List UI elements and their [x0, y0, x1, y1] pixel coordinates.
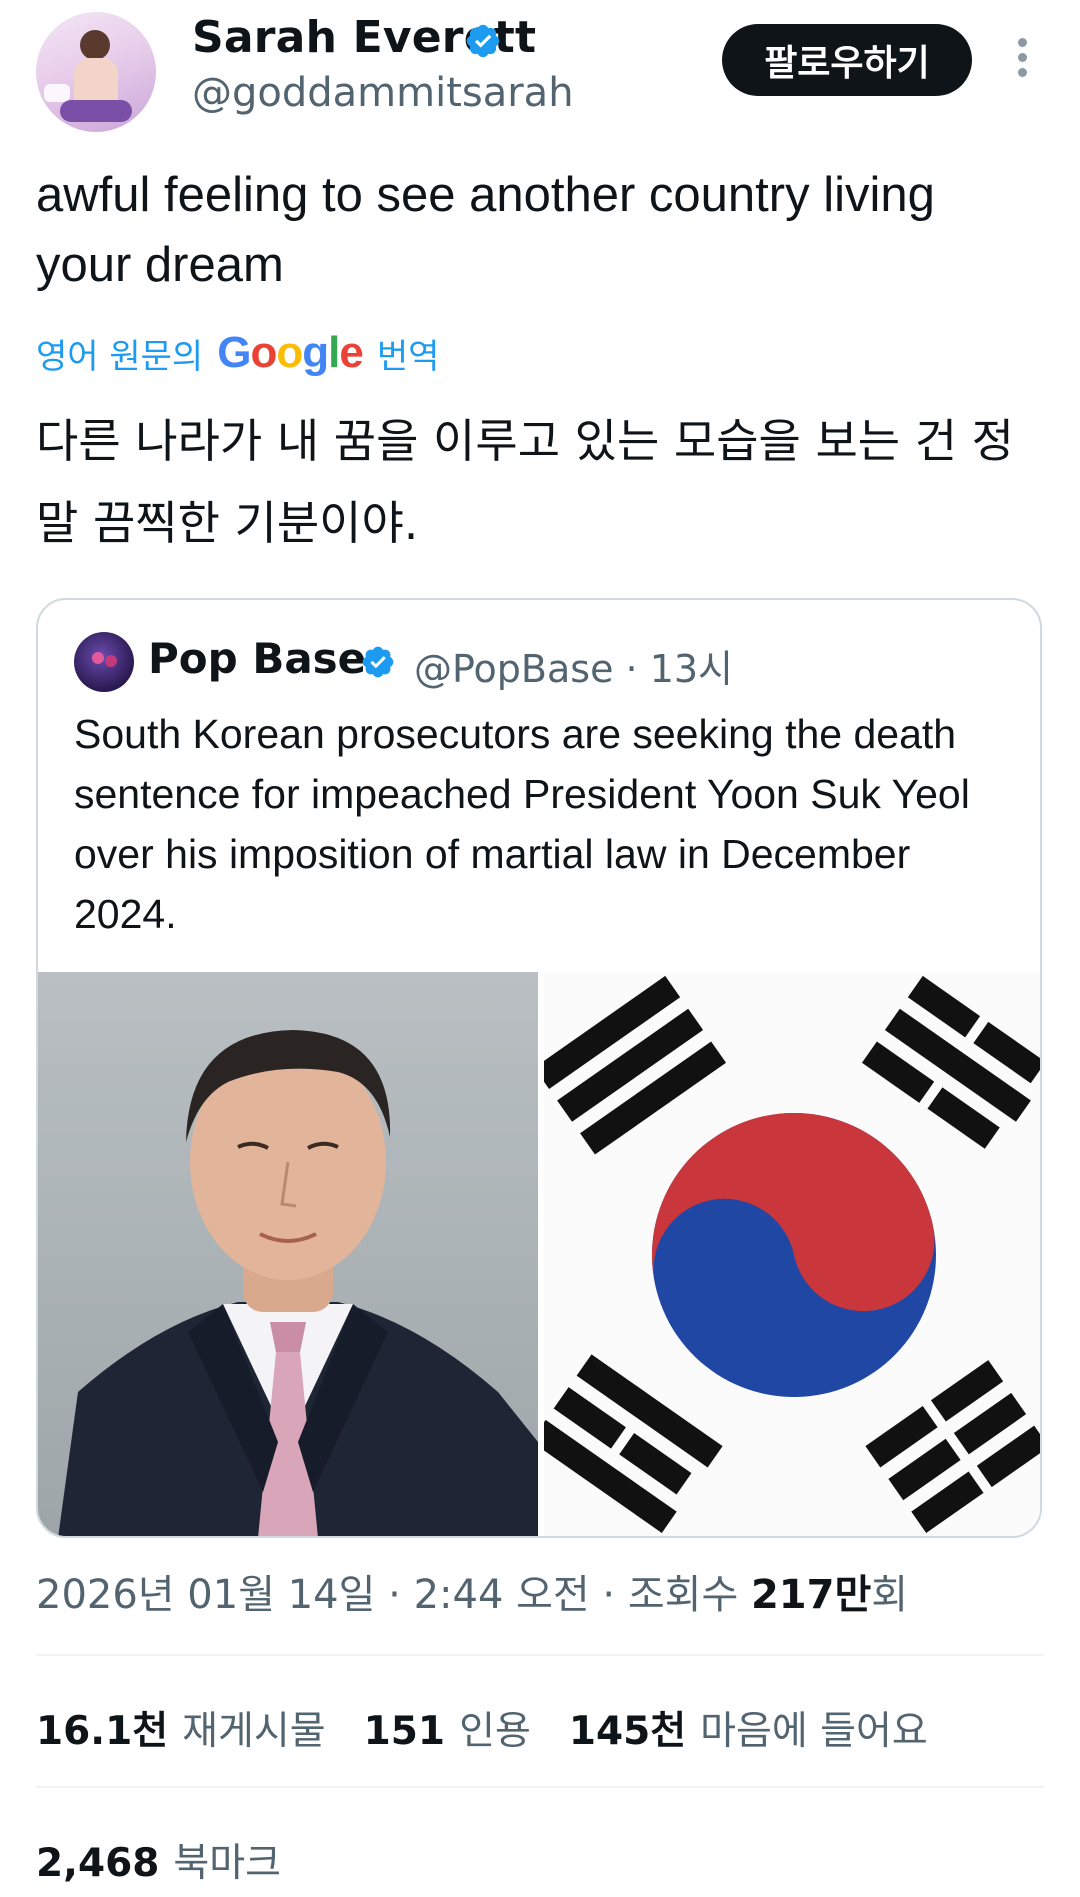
- more-options-icon[interactable]: [1010, 38, 1034, 82]
- tweet-text: awful feeling to see another country liv…: [36, 168, 935, 292]
- quoted-tweet-card[interactable]: Pop Base @PopBase · 13시 South Korean pro…: [36, 598, 1042, 1538]
- reposts-count: 16.1천: [36, 1709, 169, 1754]
- follow-button[interactable]: 팔로우하기: [722, 24, 972, 96]
- translation-prefix: 영어 원문의: [36, 336, 204, 377]
- views-suffix: 회: [871, 1572, 909, 1618]
- reposts-label: 재게시물: [182, 1709, 326, 1754]
- bookmarks-stat[interactable]: 2,468 북마크: [36, 1832, 281, 1888]
- likes-count: 145천: [568, 1709, 687, 1754]
- quote-author-name[interactable]: Pop Base: [148, 634, 366, 683]
- quotes-stat[interactable]: 151 인용: [364, 1700, 531, 1756]
- bookmarks-count: 2,468: [36, 1841, 160, 1886]
- quote-author-handle-time: @PopBase · 13시: [414, 647, 734, 691]
- engagement-stats: 16.1천 재게시물 151 인용 145천 마음에 들어요: [36, 1700, 928, 1756]
- quote-author-avatar[interactable]: [74, 632, 134, 692]
- divider: [36, 1786, 1044, 1788]
- author-avatar[interactable]: [36, 12, 156, 132]
- likes-stat[interactable]: 145천 마음에 들어요: [569, 1700, 928, 1756]
- bookmarks-label: 북마크: [173, 1841, 282, 1886]
- tweet-timestamp[interactable]: 2026년 01월 14일 · 2:44 오전 · 조회수 217만회: [36, 1562, 908, 1620]
- timestamp-text: 2026년 01월 14일 · 2:44 오전 · 조회수: [36, 1572, 751, 1618]
- translated-tweet-text: 다른 나라가 내 꿈을 이루고 있는 모습을 보는 건 정말 끔찍한 기분이야.: [36, 414, 1014, 550]
- divider: [36, 1654, 1044, 1656]
- google-logo: Google: [217, 328, 364, 377]
- reposts-stat[interactable]: 16.1천 재게시물: [36, 1700, 326, 1756]
- korean-flag-illustration: [544, 972, 1040, 1536]
- translation-suffix: 번역: [376, 336, 440, 377]
- verified-badge-icon: [466, 24, 500, 58]
- author-handle[interactable]: @goddammitsarah: [192, 70, 574, 116]
- portrait-illustration: [58, 1030, 538, 1536]
- translation-attribution[interactable]: 영어 원문의 Google 번역: [36, 328, 439, 378]
- quote-text: South Korean prosecutors are seeking the…: [74, 711, 970, 937]
- verified-badge-icon: [362, 646, 394, 678]
- quotes-count: 151: [363, 1709, 446, 1754]
- views-count: 217만: [750, 1572, 872, 1618]
- quotes-label: 인용: [459, 1709, 531, 1754]
- portrait-photo[interactable]: [38, 972, 538, 1536]
- likes-label: 마음에 들어요: [700, 1709, 928, 1754]
- flag-photo[interactable]: [544, 972, 1040, 1536]
